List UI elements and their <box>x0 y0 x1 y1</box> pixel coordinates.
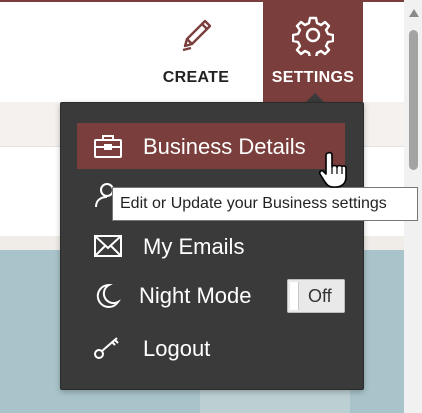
hand-cursor-icon <box>318 151 347 188</box>
menu-item-label: My Emails <box>143 234 245 259</box>
create-button[interactable]: CREATE <box>158 2 234 102</box>
scroll-up-arrow-icon[interactable] <box>409 9 419 17</box>
menu-item-label: Logout <box>143 336 211 361</box>
tooltip: Edit or Update your Business settings <box>112 187 418 221</box>
gear-icon <box>292 16 334 56</box>
settings-label: SETTINGS <box>271 69 355 86</box>
menu-item-logout[interactable]: Logout <box>77 325 345 371</box>
settings-button[interactable]: SETTINGS <box>263 2 363 102</box>
moon-icon <box>96 283 121 308</box>
toggle-state-label: Off <box>308 286 332 306</box>
briefcase-icon <box>94 135 122 158</box>
menu-item-night-mode[interactable]: Night Mode Off <box>77 272 345 318</box>
menu-item-label: Business Details <box>143 134 306 159</box>
pencil-icon <box>182 19 212 52</box>
settings-dropdown-menu: Business Details My Emails Night Mode Of… <box>60 102 364 390</box>
scrollbar-thumb[interactable] <box>409 30 418 170</box>
toggle-knob <box>290 282 299 310</box>
create-label: CREATE <box>162 69 230 86</box>
night-mode-toggle[interactable]: Off <box>287 279 345 313</box>
menu-item-business-details[interactable]: Business Details <box>77 123 345 169</box>
menu-item-my-emails[interactable]: My Emails <box>77 223 345 269</box>
envelope-icon <box>94 235 122 257</box>
menu-item-label: Night Mode <box>139 283 252 308</box>
key-icon <box>94 337 119 359</box>
